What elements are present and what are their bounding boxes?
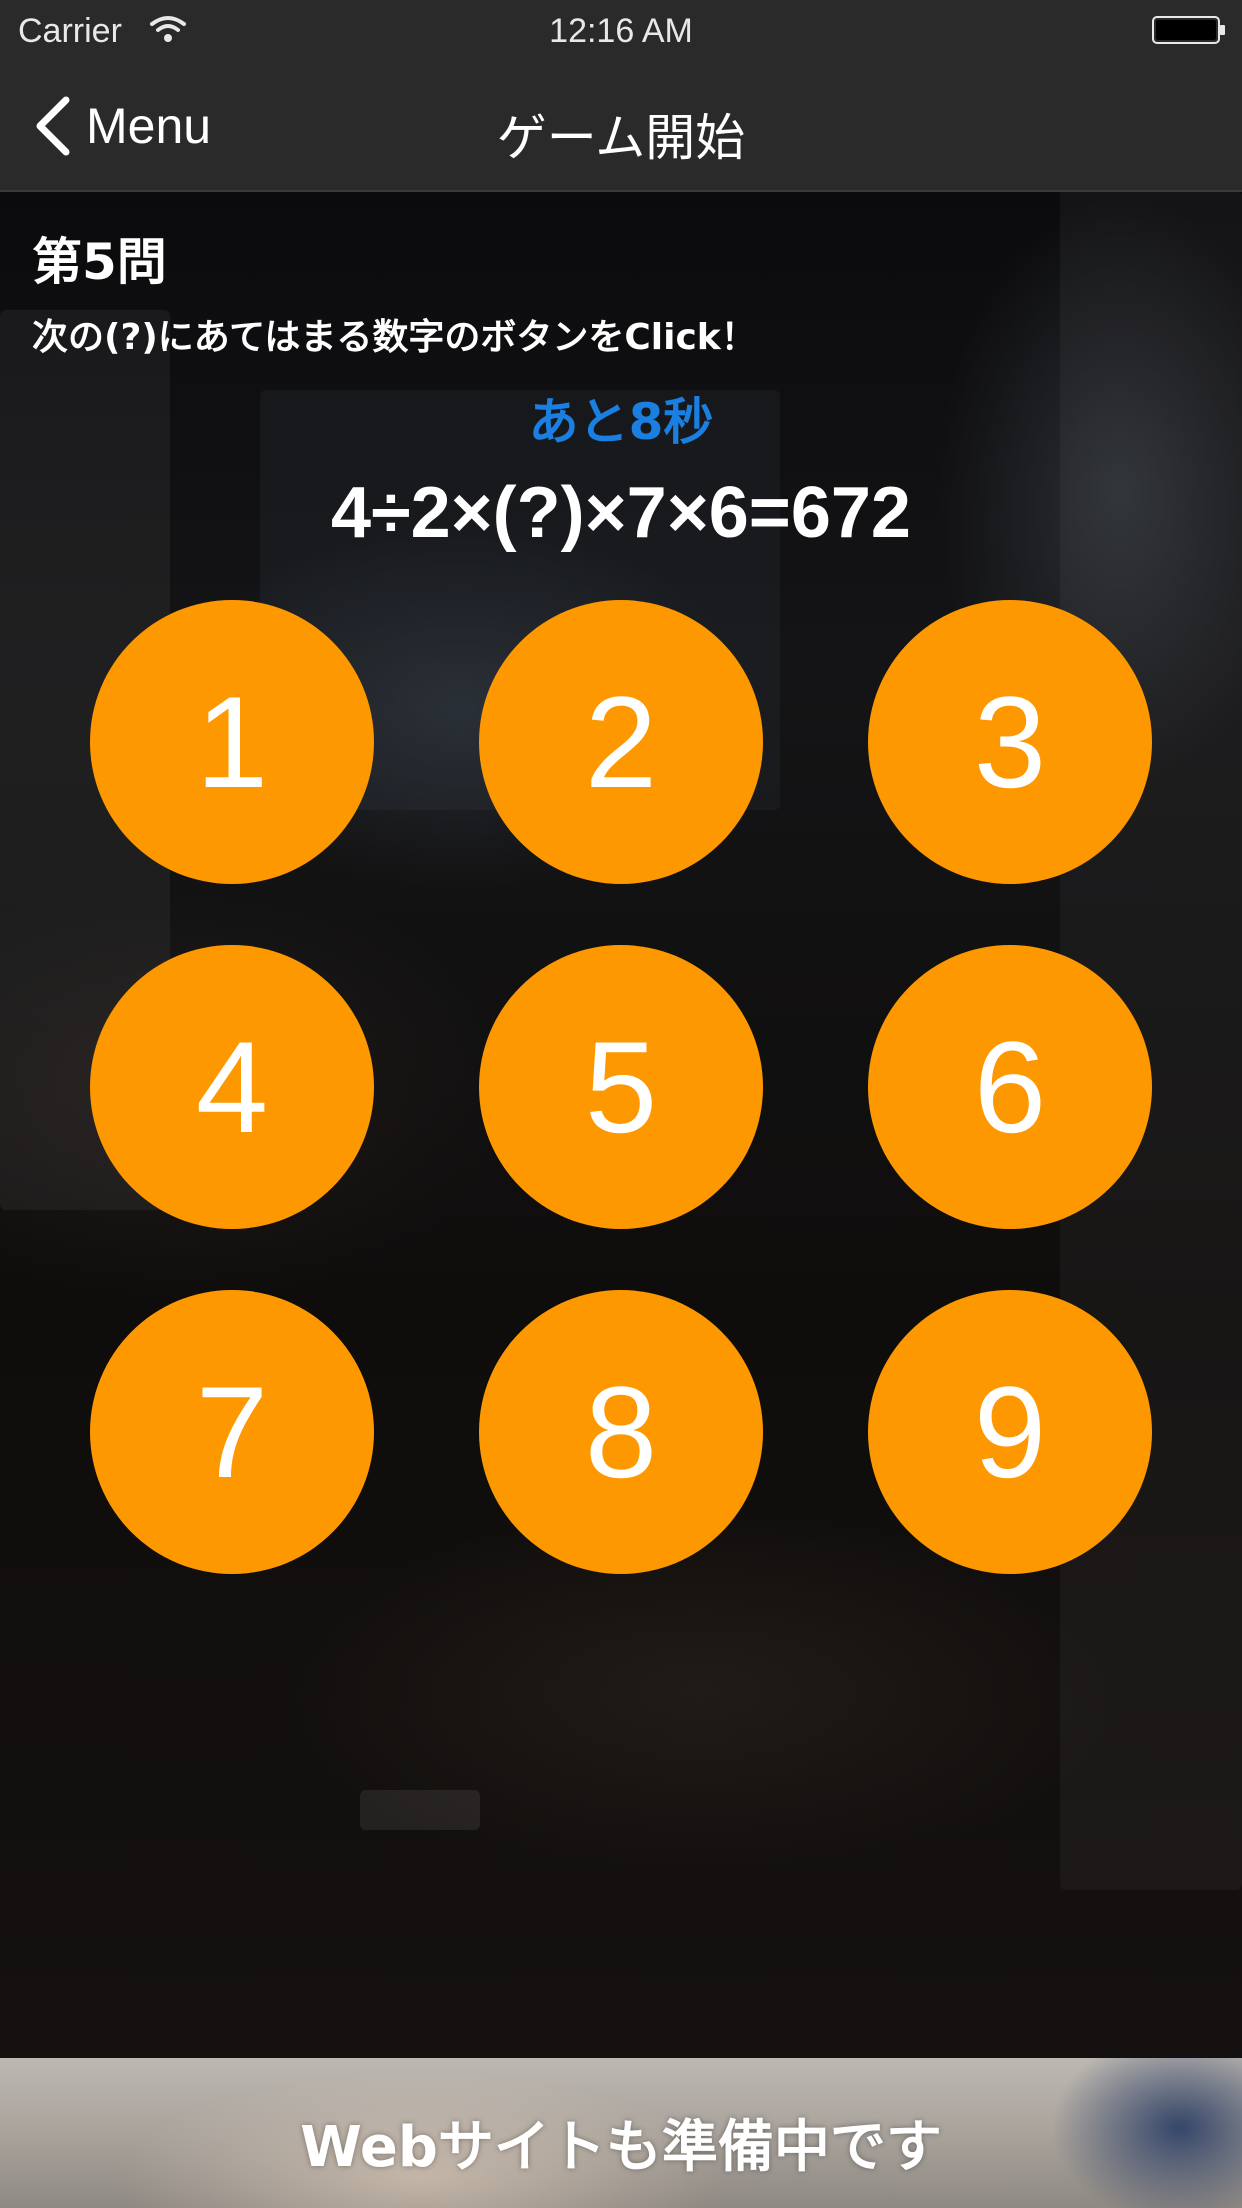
number-button-1[interactable]: 1 — [90, 600, 374, 884]
status-bar: Carrier 12:16 AM — [0, 0, 1242, 62]
number-button-8[interactable]: 8 — [479, 1290, 763, 1574]
footer-banner[interactable]: Webサイトも準備中です — [0, 2058, 1242, 2208]
number-button-2[interactable]: 2 — [479, 600, 763, 884]
question-number: 第5問 — [32, 233, 167, 291]
number-button-6[interactable]: 6 — [868, 945, 1152, 1229]
countdown-timer: あと8秒 — [528, 393, 714, 451]
navigation-bar: Menu ゲーム開始 — [0, 62, 1242, 192]
number-button-7[interactable]: 7 — [90, 1290, 374, 1574]
equation: 4÷2×(?)×7×6=672 — [331, 473, 911, 553]
number-button-3[interactable]: 3 — [868, 600, 1152, 884]
instruction-text: 次の(?)にあてはまる数字のボタンをClick！ — [32, 317, 757, 358]
number-button-4[interactable]: 4 — [90, 945, 374, 1229]
number-button-9[interactable]: 9 — [868, 1290, 1152, 1574]
clock: 12:16 AM — [549, 12, 693, 50]
page-title: ゲーム開始 — [496, 109, 746, 167]
battery-icon — [1152, 16, 1225, 44]
number-button-5[interactable]: 5 — [479, 945, 763, 1229]
footer-banner-text: Webサイトも準備中です — [300, 2115, 942, 2180]
background-object — [360, 1790, 480, 1830]
